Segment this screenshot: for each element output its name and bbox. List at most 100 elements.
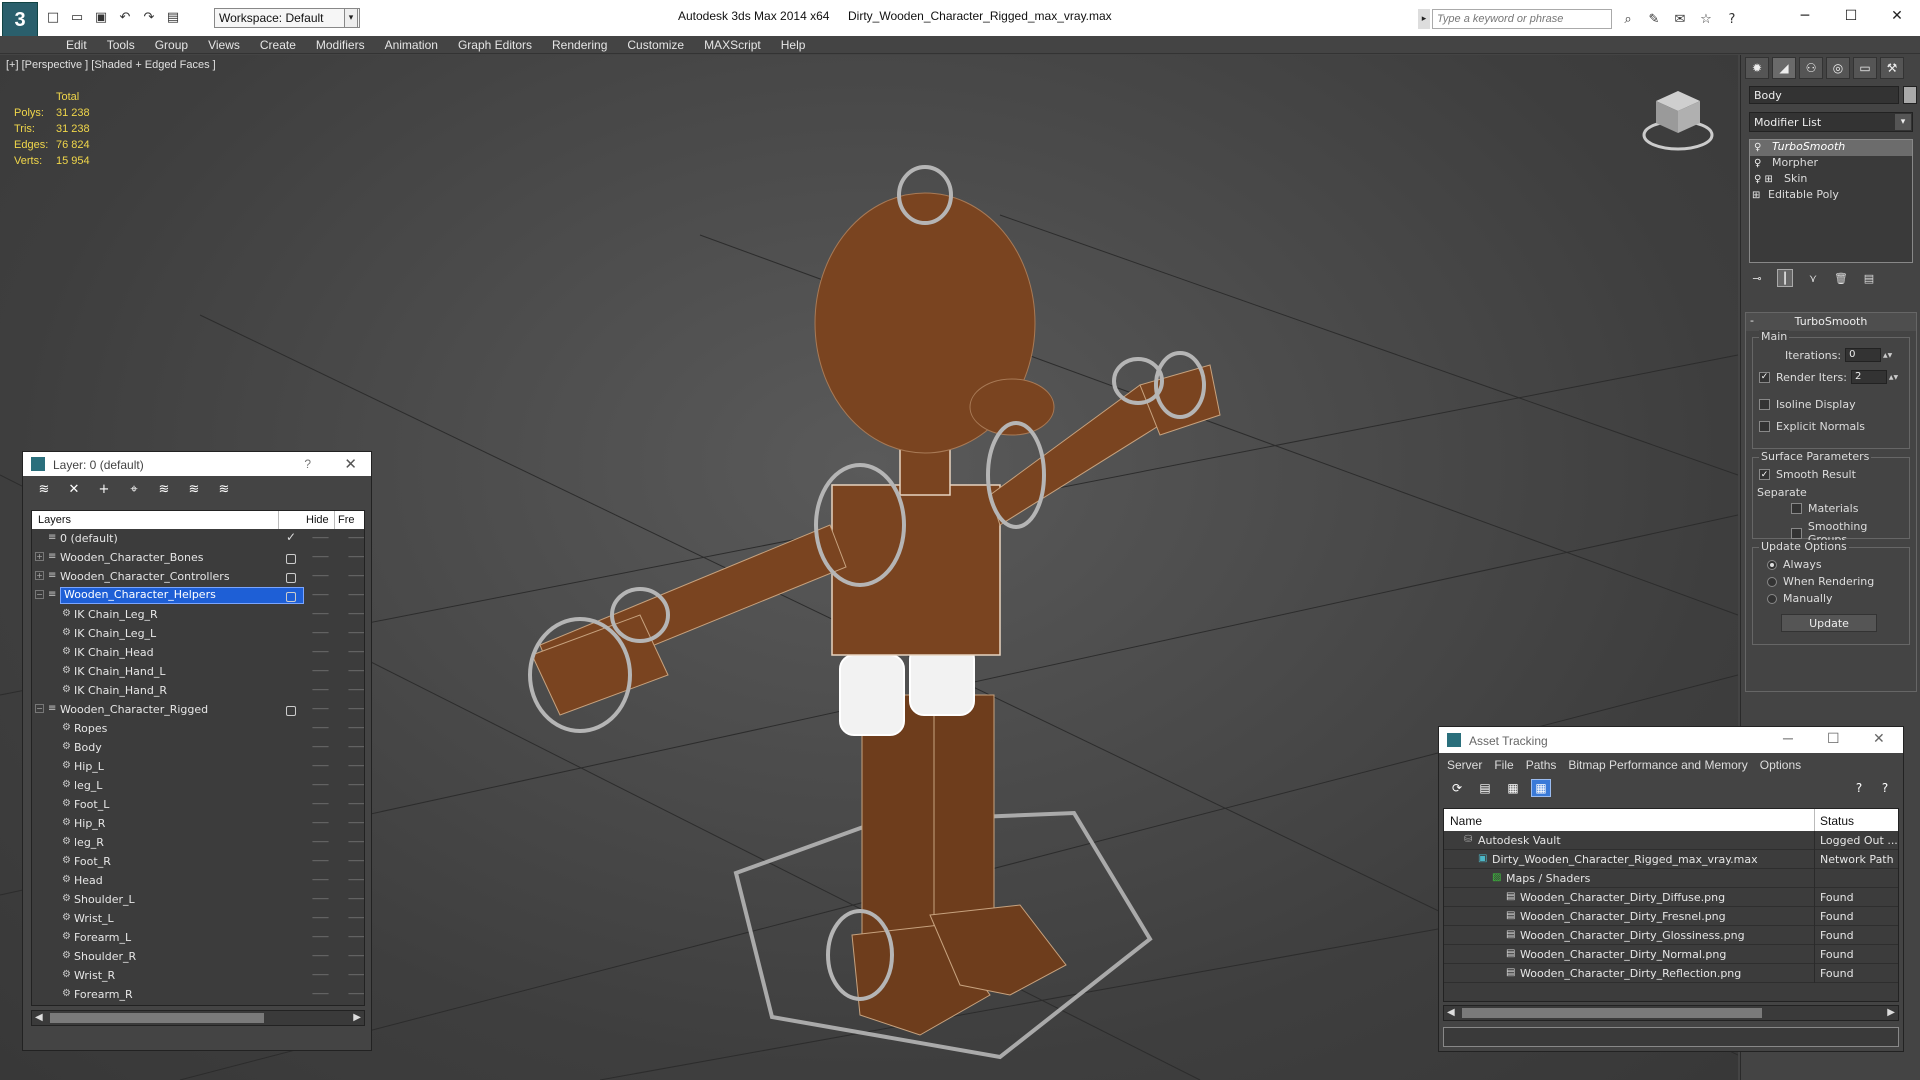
hide-toggle[interactable]: —— xyxy=(312,932,329,942)
close-icon[interactable]: ✕ xyxy=(1874,0,1920,32)
layer-row[interactable]: ≡ 0 (default) ✓ —— —— xyxy=(32,529,364,548)
close-icon[interactable]: ✕ xyxy=(344,455,357,473)
freeze-toggle[interactable]: —— xyxy=(348,856,364,866)
menu-views[interactable]: Views xyxy=(198,36,250,53)
freeze-toggle[interactable]: —— xyxy=(348,647,364,657)
current-layer-toggle[interactable] xyxy=(286,573,296,583)
viewport-label[interactable]: [+] [Perspective ] [Shaded + Edged Faces… xyxy=(6,59,216,71)
minimize-icon[interactable]: ─ xyxy=(1783,730,1793,746)
hip-right[interactable] xyxy=(839,654,905,736)
scroll-left-icon[interactable]: ◀ xyxy=(35,1012,43,1023)
freeze-toggle[interactable]: —— xyxy=(348,666,364,676)
menu-tools[interactable]: Tools xyxy=(97,36,145,53)
freeze-toggle[interactable]: —— xyxy=(348,799,364,809)
hide-toggle[interactable]: —— xyxy=(312,704,329,714)
lightbulb-icon[interactable]: ♀ xyxy=(1754,142,1761,153)
modify-tab-icon[interactable]: ◢ xyxy=(1772,57,1796,79)
scroll-right-icon[interactable]: ▶ xyxy=(1887,1007,1895,1018)
freeze-toggle[interactable]: —— xyxy=(348,533,364,543)
scrollbar-thumb[interactable] xyxy=(1462,1008,1762,1018)
freeze-toggle[interactable]: —— xyxy=(348,590,364,600)
create-tab-icon[interactable]: ✹ xyxy=(1745,57,1769,79)
freeze-toggle[interactable]: —— xyxy=(348,552,364,562)
layer-object-row[interactable]: ⚙ Hip_L —— —— xyxy=(32,757,364,776)
hide-toggle[interactable]: —— xyxy=(312,685,329,695)
layer-object-row[interactable]: ⚙ leg_R —— —— xyxy=(32,833,364,852)
hide-toggle[interactable]: —— xyxy=(312,780,329,790)
hide-toggle[interactable]: —— xyxy=(312,628,329,638)
menu-help[interactable]: Help xyxy=(771,36,816,53)
menu-rendering[interactable]: Rendering xyxy=(542,36,617,53)
iterations-spinner[interactable]: 0 xyxy=(1845,348,1882,362)
remove-modifier-icon[interactable]: 🗑 xyxy=(1833,269,1849,287)
freeze-toggle[interactable]: —— xyxy=(348,989,364,999)
object-name-field[interactable]: Body xyxy=(1749,86,1899,104)
hide-toggle[interactable]: —— xyxy=(312,647,329,657)
hide-toggle[interactable]: —— xyxy=(312,799,329,809)
column-header-name[interactable]: Name xyxy=(1450,814,1482,828)
hide-toggle[interactable]: —— xyxy=(312,609,329,619)
app-logo-icon[interactable]: 3 xyxy=(2,2,38,38)
add-to-layer-icon[interactable]: + xyxy=(93,480,115,498)
layer-object-row[interactable]: ⚙ Forearm_R —— —— xyxy=(32,985,364,1004)
minimize-icon[interactable]: ─ xyxy=(1782,0,1828,32)
smoothing-groups-checkbox[interactable] xyxy=(1791,527,1802,539)
stack-item-turbosmooth[interactable]: ♀ TurboSmooth xyxy=(1750,140,1912,156)
layer-row[interactable]: − ≡ Wooden_Character_Rigged —— —— xyxy=(32,700,364,719)
project-folder-icon[interactable]: ▤ xyxy=(164,8,182,26)
table-view-icon[interactable]: ▦ xyxy=(1531,779,1551,797)
smooth-result-checkbox[interactable]: ✓ xyxy=(1759,469,1770,480)
freeze-unfreeze-all-icon[interactable]: ≋ xyxy=(213,480,235,498)
stack-item-skin[interactable]: ♀ ⊞ Skin xyxy=(1750,172,1912,188)
layer-object-row[interactable]: ⚙ Head —— —— xyxy=(32,871,364,890)
layer-object-row[interactable]: ⚙ Shoulder_R —— —— xyxy=(32,947,364,966)
menu-modifiers[interactable]: Modifiers xyxy=(306,36,375,53)
column-header-freeze[interactable]: Fre xyxy=(338,514,355,526)
search-expand-icon[interactable]: ▸ xyxy=(1418,9,1430,29)
active-layer-check-icon[interactable]: ✓ xyxy=(286,530,296,544)
pin-stack-icon[interactable]: ⊸ xyxy=(1749,269,1765,287)
freeze-toggle[interactable]: —— xyxy=(348,723,364,733)
asset-window-titlebar[interactable]: Asset Tracking ─ ☐ ✕ xyxy=(1439,727,1903,753)
expand-plus-icon[interactable]: ⊞ xyxy=(1752,190,1760,201)
hierarchy-tab-icon[interactable]: ⚇ xyxy=(1799,57,1823,79)
freeze-toggle[interactable]: —— xyxy=(348,704,364,714)
layer-object-row[interactable]: ⚙ IK Chain_Hand_R —— —— xyxy=(32,681,364,700)
freeze-toggle[interactable]: —— xyxy=(348,571,364,581)
hide-toggle[interactable]: —— xyxy=(312,913,329,923)
menu-create[interactable]: Create xyxy=(250,36,306,53)
scroll-left-icon[interactable]: ◀ xyxy=(1447,1007,1455,1018)
menu-animation[interactable]: Animation xyxy=(375,36,448,53)
layer-object-row[interactable]: ⚙ IK Chain_Leg_L —— —— xyxy=(32,624,364,643)
layer-object-row[interactable]: ⚙ IK Chain_Hand_L —— —— xyxy=(32,662,364,681)
favorites-star-icon[interactable]: ☆ xyxy=(1696,10,1716,28)
binoculars-icon[interactable]: ⌕ xyxy=(1618,10,1638,28)
freeze-toggle[interactable]: —— xyxy=(348,875,364,885)
asset-row[interactable]: ▤ Wooden_Character_Dirty_Normal.png Found xyxy=(1444,945,1898,964)
hide-toggle[interactable]: —— xyxy=(312,761,329,771)
hide-toggle[interactable]: —— xyxy=(312,571,329,581)
configure-modifier-sets-icon[interactable]: ▤ xyxy=(1861,269,1877,287)
spinner-arrows-icon[interactable]: ▲▼ xyxy=(1883,348,1892,362)
help-icon[interactable]: ? xyxy=(1849,779,1869,797)
modifier-list-dropdown[interactable]: Modifier List ▾ xyxy=(1749,112,1913,132)
layer-object-row[interactable]: ⚙ Forearm_L —— —— xyxy=(32,928,364,947)
current-layer-toggle[interactable] xyxy=(286,706,296,716)
layer-row[interactable]: − ≡ Wooden_Character_Helpers —— —— xyxy=(32,586,364,605)
menu-customize[interactable]: Customize xyxy=(617,36,694,53)
menu-group[interactable]: Group xyxy=(145,36,198,53)
when-rendering-radio[interactable] xyxy=(1767,576,1777,587)
leg-left[interactable] xyxy=(933,694,995,926)
asset-row[interactable]: ⛁ Autodesk Vault Logged Out ... xyxy=(1444,831,1898,850)
freeze-toggle[interactable]: —— xyxy=(348,837,364,847)
utilities-tab-icon[interactable]: ⚒ xyxy=(1880,57,1904,79)
asset-row[interactable]: ▨ Maps / Shaders xyxy=(1444,869,1898,888)
hide-toggle[interactable]: —— xyxy=(312,875,329,885)
show-end-result-icon[interactable]: ┃ xyxy=(1777,269,1793,287)
freeze-toggle[interactable]: —— xyxy=(348,894,364,904)
highlight-selected-icon[interactable]: ≋ xyxy=(153,480,175,498)
close-icon[interactable]: ✕ xyxy=(1873,730,1885,747)
torso[interactable] xyxy=(831,484,1001,656)
subscription-icon[interactable]: ✎ xyxy=(1644,10,1664,28)
stack-item-editable-poly[interactable]: ⊞ Editable Poly xyxy=(1750,188,1912,204)
